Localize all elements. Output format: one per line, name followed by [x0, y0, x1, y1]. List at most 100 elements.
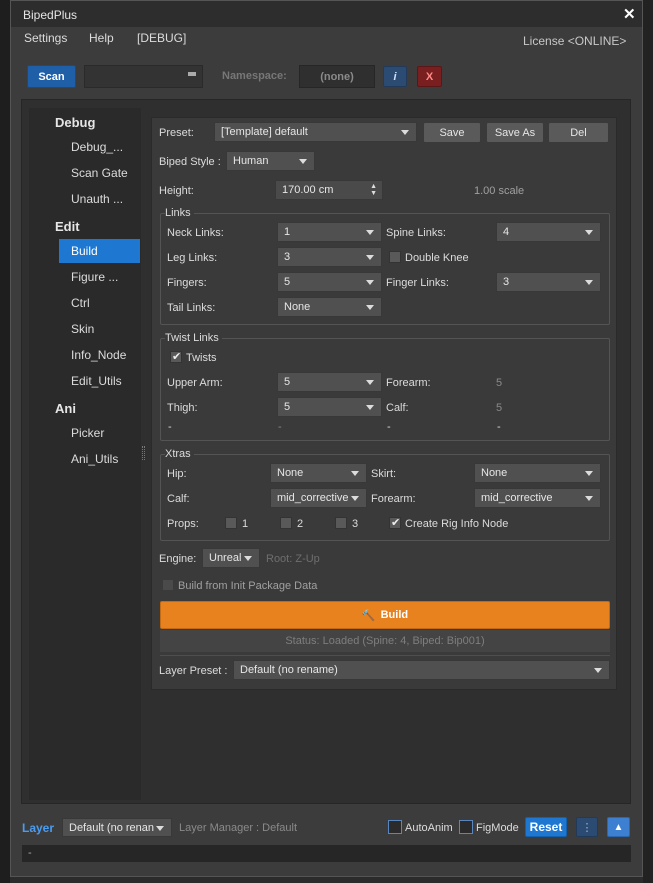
spine-links-value: 4 [503, 226, 510, 238]
collapse-up-icon[interactable]: ▲ [607, 817, 630, 837]
engine-dropdown[interactable]: Unreal [202, 548, 260, 568]
neck-links-label: Neck Links: [167, 227, 224, 239]
build-button[interactable]: 🔨 Build [160, 601, 610, 629]
menu-help[interactable]: Help [89, 31, 114, 45]
menu-debug[interactable]: [DEBUG] [137, 31, 186, 45]
preset-delete-button[interactable]: Del [548, 122, 609, 143]
sidebar-item-picker[interactable]: Picker [59, 421, 140, 445]
xtras-calf-dropdown[interactable]: mid_corrective [270, 488, 367, 508]
sidebar-item-scan-gate[interactable]: Scan Gate [59, 161, 140, 185]
prop-3-label: 3 [352, 518, 359, 530]
double-knee-checkbox[interactable] [389, 251, 401, 263]
reset-button[interactable]: Reset [525, 817, 567, 837]
chevron-down-icon [585, 496, 593, 501]
xtras-calf-label: Calf: [167, 493, 190, 505]
close-icon[interactable]: ✕ [623, 5, 636, 23]
upper-arm-dropdown[interactable]: 5 [277, 372, 382, 392]
prop-2-checkbox[interactable] [280, 517, 292, 529]
sidebar-item-skin[interactable]: Skin [59, 317, 140, 341]
chevron-down-icon [366, 230, 374, 235]
leg-links-label: Leg Links: [167, 252, 218, 264]
hip-value: None [277, 467, 304, 479]
thigh-dropdown[interactable]: 5 [277, 397, 382, 417]
chevron-down-icon [366, 255, 374, 260]
sidebar-item-figure[interactable]: Figure ... [59, 265, 140, 289]
autoanim-checkbox[interactable] [388, 820, 402, 834]
skirt-dropdown[interactable]: None [474, 463, 601, 483]
info-button[interactable]: i [383, 66, 407, 87]
tail-links-dropdown[interactable]: None [277, 297, 382, 317]
finger-links-value: 3 [503, 276, 510, 288]
prop-1-checkbox[interactable] [225, 517, 237, 529]
height-spinbox[interactable]: 170.00 cm ▲ ▼ [275, 180, 383, 200]
layer-preset-dropdown[interactable]: Default (no rename) [233, 660, 610, 680]
prop-2-label: 2 [297, 518, 304, 530]
chevron-down-icon [156, 825, 164, 831]
calf-twist-value: 5 [496, 402, 503, 414]
engine-label: Engine: [159, 553, 197, 565]
finger-links-dropdown[interactable]: 3 [496, 272, 601, 292]
upper-arm-value: 5 [284, 376, 291, 388]
footer-layer-dropdown[interactable]: Default (no renan [62, 818, 172, 837]
xtras-forearm-label: Forearm: [371, 493, 416, 505]
xtras-forearm-value: mid_corrective [481, 492, 553, 504]
fingers-dropdown[interactable]: 5 [277, 272, 382, 292]
sidebar-item-unauth[interactable]: Unauth ... [59, 187, 140, 211]
chevron-down-icon [585, 230, 593, 235]
figmode-label: FigMode [476, 822, 519, 834]
chevron-down-icon [366, 280, 374, 285]
twist-placeholder-3: - [387, 421, 391, 433]
menu-bar: Settings Help [DEBUG] License <ONLINE> [11, 27, 642, 53]
create-rig-info-label: Create Rig Info Node [405, 518, 509, 530]
host-app-strip [0, 0, 10, 883]
thigh-label: Thigh: [167, 402, 198, 414]
skirt-value: None [481, 467, 508, 479]
prop-3-checkbox[interactable] [335, 517, 347, 529]
chevron-down-icon [366, 380, 374, 385]
fingers-value: 5 [284, 276, 291, 288]
layer-manager-label: Layer Manager : Default [179, 822, 298, 834]
spine-links-dropdown[interactable]: 4 [496, 222, 601, 242]
double-knee-label: Double Knee [405, 252, 469, 264]
neck-links-dropdown[interactable]: 1 [277, 222, 382, 242]
build-label: Build [380, 609, 409, 621]
preset-dropdown[interactable]: [Template] default [214, 122, 417, 142]
status-divider [160, 655, 610, 656]
menu-settings[interactable]: Settings [24, 31, 67, 45]
biped-style-dropdown[interactable]: Human [226, 151, 315, 171]
clear-namespace-button[interactable]: X [417, 66, 442, 87]
scan-button[interactable]: Scan [27, 65, 76, 88]
build-from-init-label: Build from Init Package Data [178, 580, 318, 592]
fingers-label: Fingers: [167, 277, 207, 289]
twists-label: Twists [186, 352, 217, 364]
calf-twist-label: Calf: [386, 402, 409, 414]
create-rig-info-checkbox[interactable] [389, 516, 401, 529]
xtras-forearm-dropdown[interactable]: mid_corrective [474, 488, 601, 508]
build-from-init-checkbox[interactable] [162, 579, 174, 591]
preset-save-button[interactable]: Save [423, 122, 481, 143]
namespace-field[interactable]: (none) [299, 65, 375, 88]
sidebar-item-build[interactable]: Build [59, 239, 140, 263]
console-output: - [22, 845, 631, 862]
twist-links-group [160, 338, 610, 441]
preset-label: Preset: [159, 127, 194, 139]
sidebar-item-info-node[interactable]: Info_Node [59, 343, 140, 367]
sidebar-item-edit-utils[interactable]: Edit_Utils [59, 369, 140, 393]
layer-preset-value: Default (no rename) [240, 664, 338, 676]
twists-checkbox[interactable] [170, 350, 182, 363]
splitter-handle[interactable] [142, 446, 145, 460]
spinner-arrows-icon[interactable]: ▲ ▼ [370, 183, 377, 197]
hip-dropdown[interactable]: None [270, 463, 367, 483]
title-bar[interactable]: BipedPlus ✕ [11, 1, 642, 27]
sidebar-item-ctrl[interactable]: Ctrl [59, 291, 140, 315]
figmode-checkbox[interactable] [459, 820, 473, 834]
scan-field[interactable] [84, 65, 203, 88]
more-options-icon[interactable]: ⋮ [576, 817, 598, 837]
preset-save-as-button[interactable]: Save As [486, 122, 544, 143]
leg-links-dropdown[interactable]: 3 [277, 247, 382, 267]
sidebar-item-debug[interactable]: Debug_... [59, 135, 140, 159]
sidebar-group-debug: Debug [55, 115, 96, 130]
tail-links-label: Tail Links: [167, 302, 216, 314]
sidebar-item-ani-utils[interactable]: Ani_Utils [59, 447, 140, 471]
chevron-down-icon [366, 405, 374, 410]
